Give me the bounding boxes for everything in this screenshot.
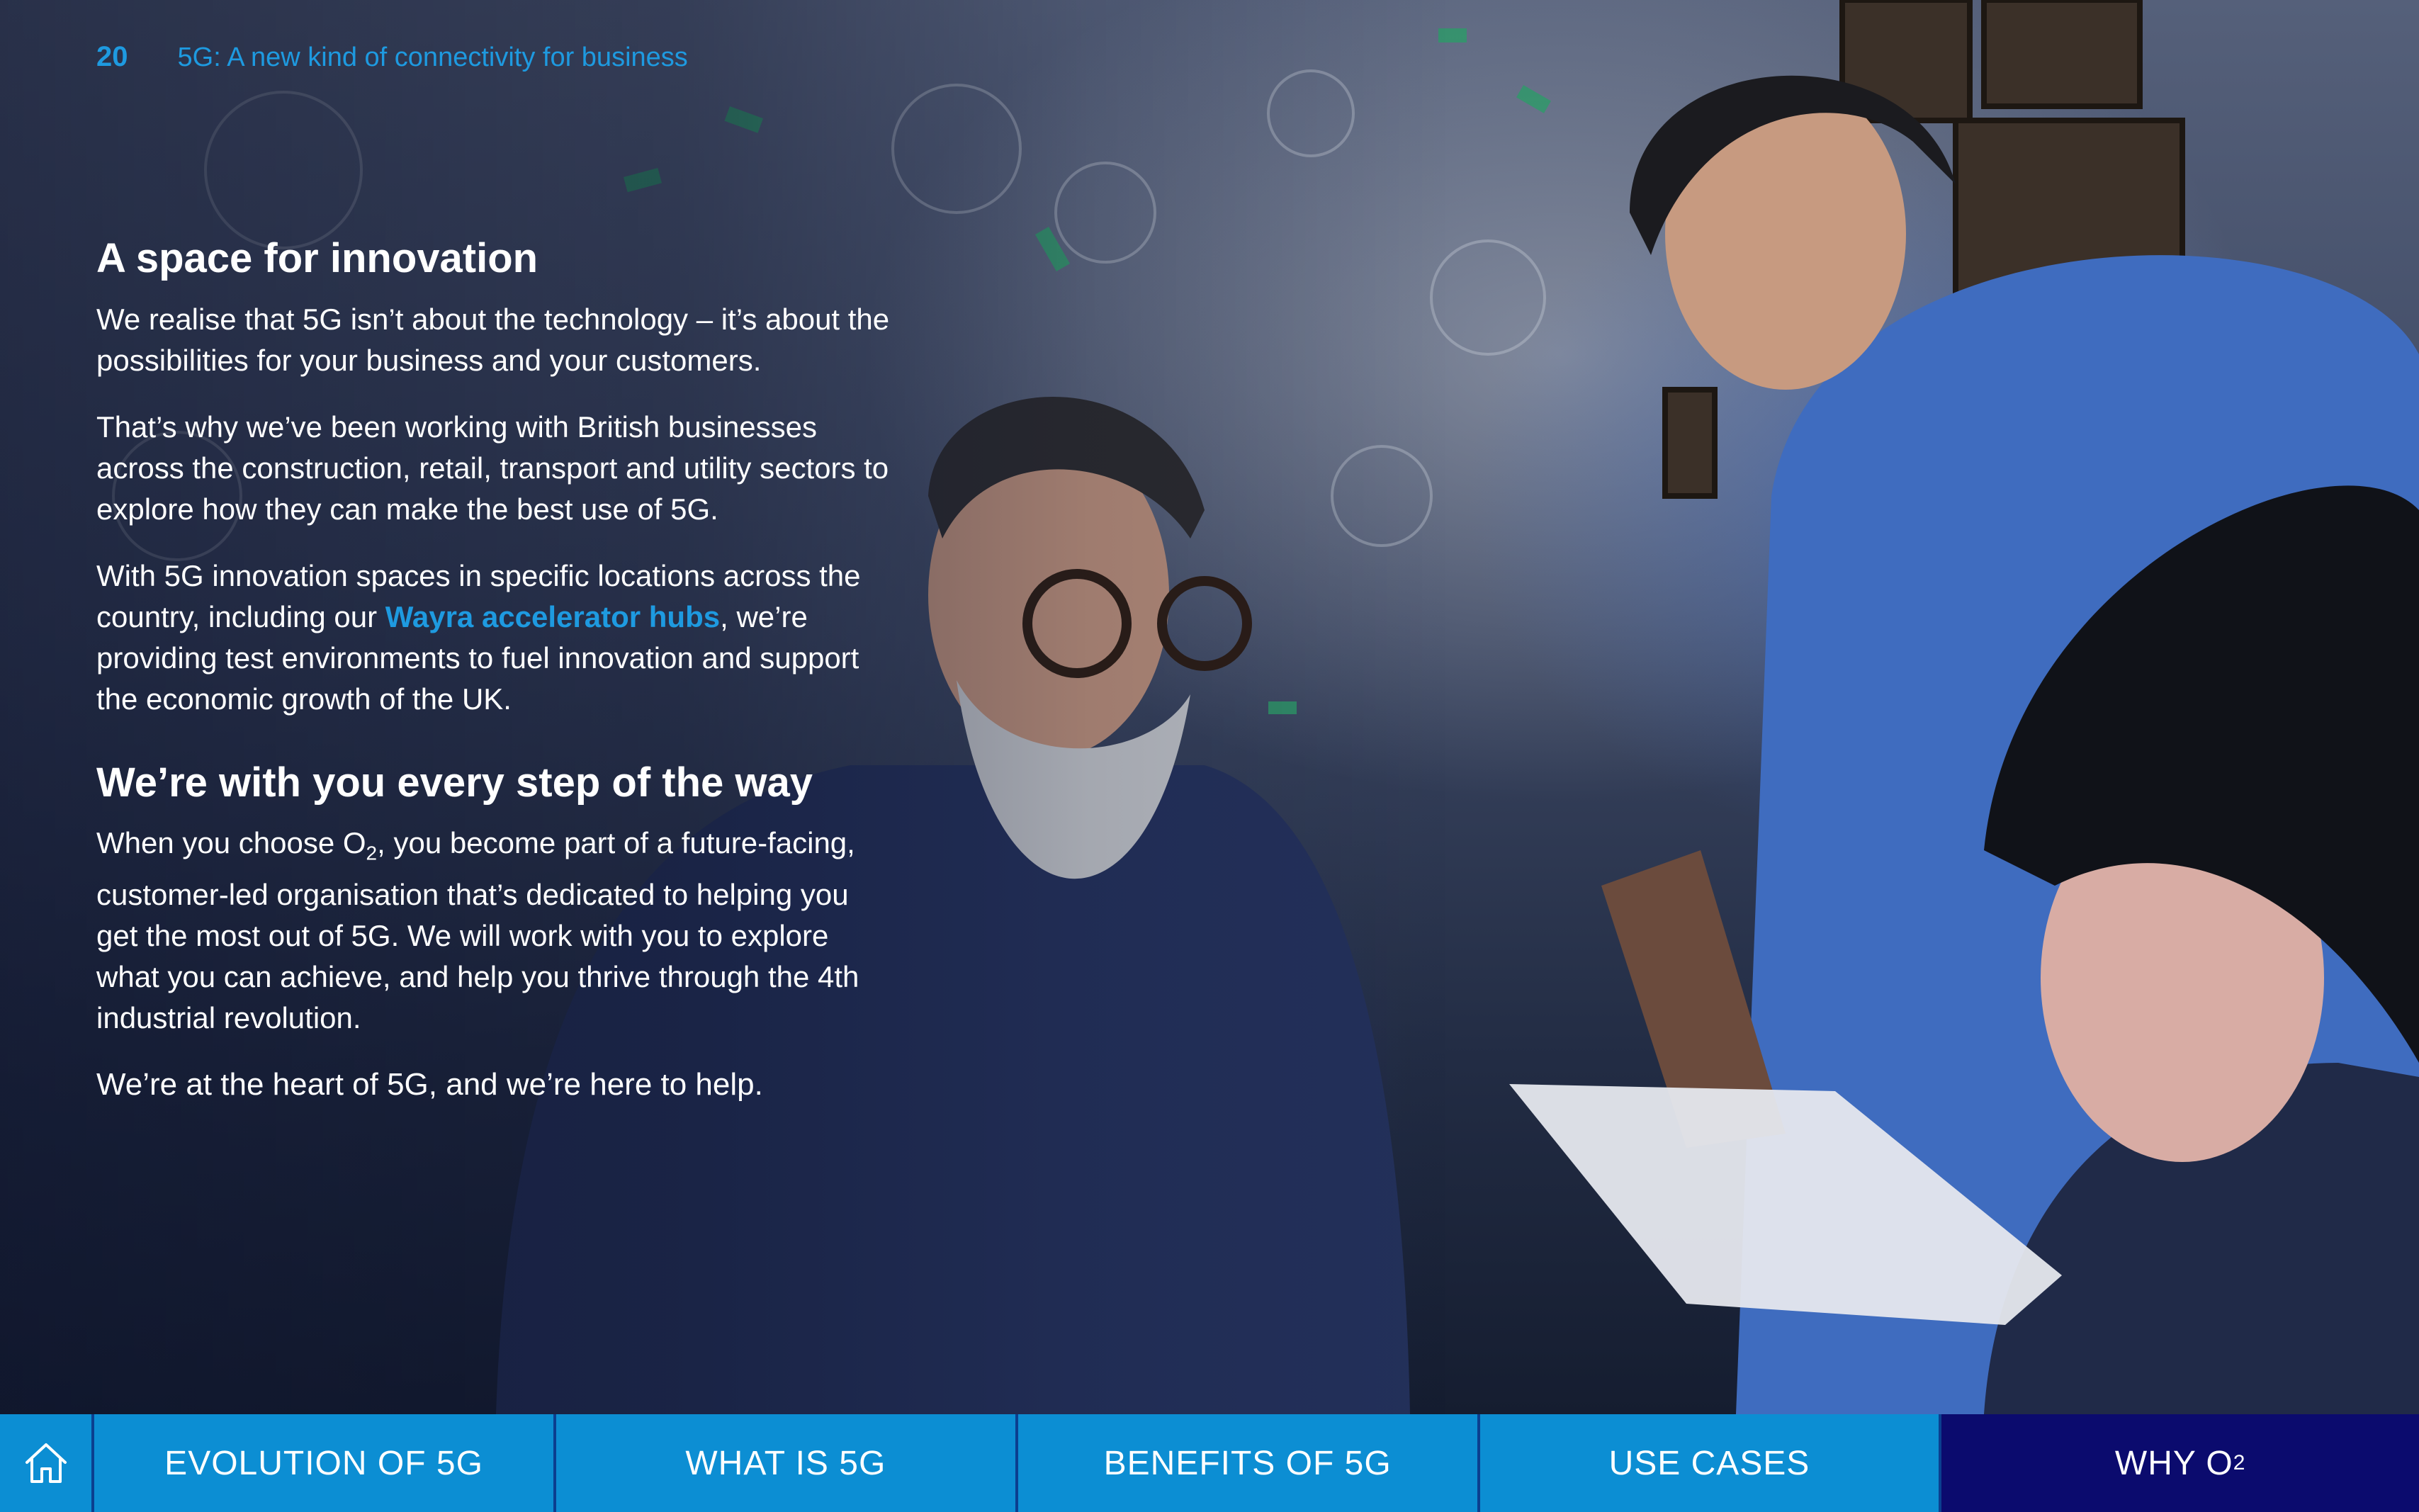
- document-title: 5G: A new kind of connectivity for busin…: [177, 43, 688, 72]
- main-content: A space for innovation We realise that 5…: [96, 234, 890, 1131]
- page-number: 20: [96, 41, 128, 72]
- closing-statement: We’re at the heart of 5G, and we’re here…: [96, 1066, 763, 1102]
- home-button[interactable]: [0, 1414, 95, 1512]
- o2-subscript: 2: [366, 842, 378, 864]
- paragraph-innovation-spaces: With 5G innovation spaces in specific lo…: [96, 555, 890, 720]
- tab-what-is-5g[interactable]: WHAT IS 5G: [556, 1414, 1018, 1512]
- bottom-navigation: EVOLUTION OF 5G WHAT IS 5G BENEFITS OF 5…: [0, 1414, 2419, 1512]
- wayra-accelerator-hubs-link[interactable]: Wayra accelerator hubs: [385, 600, 720, 633]
- page-header: 20 5G: A new kind of connectivity for bu…: [96, 41, 688, 73]
- home-icon: [25, 1443, 67, 1483]
- paragraph-british-businesses: That’s why we’ve been working with Briti…: [96, 410, 889, 526]
- paragraph-choose-o2-start: When you choose O: [96, 826, 366, 860]
- tab-why-o2[interactable]: WHY O2: [1941, 1414, 2419, 1512]
- tab-why-o2-label: WHY O: [2114, 1444, 2233, 1482]
- paragraph-choose-o2: When you choose O2, you become part of a…: [96, 823, 890, 1038]
- paragraph-technology: We realise that 5G isn’t about the techn…: [96, 302, 890, 377]
- section-heading-innovation: A space for innovation: [96, 235, 539, 281]
- tab-evolution-of-5g[interactable]: EVOLUTION OF 5G: [94, 1414, 556, 1512]
- tab-benefits-of-5g[interactable]: BENEFITS OF 5G: [1018, 1414, 1480, 1512]
- tab-why-o2-subscript: 2: [2233, 1451, 2246, 1474]
- tab-use-cases[interactable]: USE CASES: [1480, 1414, 1942, 1512]
- section-heading-every-step: We’re with you every step of the way: [96, 759, 813, 806]
